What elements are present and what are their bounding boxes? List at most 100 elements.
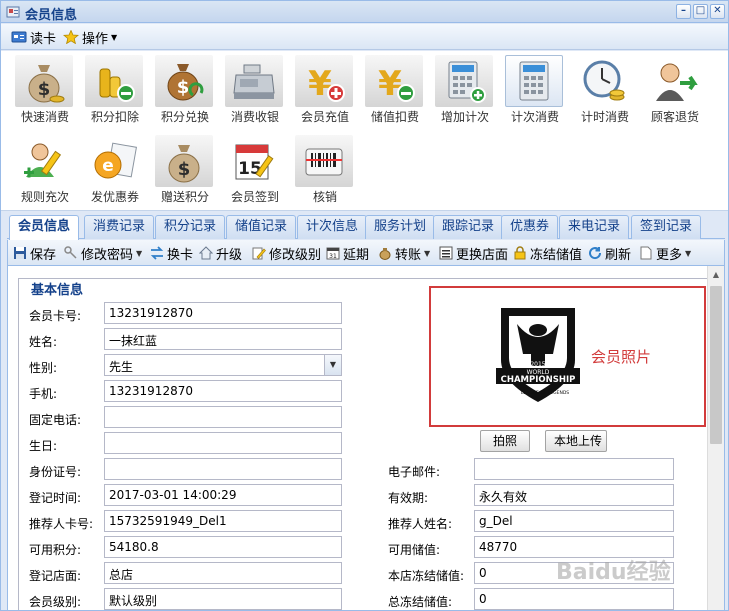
birthday-field[interactable] (104, 432, 342, 454)
tool-points-deduct[interactable]: 积分扣除 (82, 51, 148, 124)
document-icon (640, 246, 652, 260)
tab-checkin-records[interactable]: 签到记录 (631, 215, 702, 239)
reg-store-field[interactable]: 总店 (104, 562, 342, 584)
tool-customer-refund[interactable]: 顾客退货 (642, 51, 708, 124)
close-icon[interactable]: ✕ (710, 4, 725, 19)
change-store-button[interactable]: 更换店面 (439, 244, 509, 263)
chevron-down-icon[interactable]: ▼ (324, 355, 341, 375)
title-bar: 会员信息 – □ ✕ (1, 1, 728, 23)
maximize-icon[interactable]: □ (693, 4, 708, 19)
gender-value: 先生 (109, 360, 134, 374)
tool-rule-recharge[interactable]: 规则充次 (12, 131, 78, 204)
gender-select[interactable]: 先生 ▼ (104, 354, 342, 376)
tool-count-consume[interactable]: 计次消费 (502, 51, 568, 124)
calculator-icon (519, 61, 549, 101)
upgrade-button[interactable]: 升级 (199, 244, 243, 263)
tab-consume-records[interactable]: 消费记录 (84, 215, 155, 239)
refresh-button[interactable]: 刷新 (588, 244, 631, 263)
tab-member-info[interactable]: 会员信息 (9, 215, 80, 240)
svg-text:$: $ (38, 79, 51, 100)
operations-menu[interactable]: 操作 ▼ (63, 28, 117, 47)
reg-time-field[interactable]: 2017-03-01 14:00:29 (104, 484, 342, 506)
name-field[interactable]: 一抹红蓝 (104, 328, 342, 350)
swap-arrows-icon (150, 246, 164, 260)
freeze-stored-button[interactable]: 冻结储值 (513, 244, 583, 263)
tool-issue-coupon[interactable]: e 发优惠券 (82, 131, 148, 204)
more-menu-button[interactable]: 更多 ▼ (639, 244, 691, 263)
vertical-scrollbar[interactable]: ▲ (707, 266, 724, 610)
tab-count-info[interactable]: 计次信息 (297, 215, 368, 239)
transfer-button[interactable]: 转账 ▼ (378, 244, 430, 263)
floppy-disk-icon (14, 247, 26, 259)
scroll-up-arrow-icon[interactable]: ▲ (708, 266, 724, 283)
tool-points-exchange[interactable]: $ 积分兑换 (152, 51, 218, 124)
logo-line2: CHAMPIONSHIP (501, 375, 576, 385)
tool-label: 积分兑换 (160, 110, 209, 124)
more-label: 更多 (656, 247, 683, 263)
money-bag-small-icon (379, 248, 391, 260)
tab-coupons[interactable]: 优惠券 (501, 215, 559, 239)
app-icon (6, 6, 20, 18)
landline-label: 固定电话: (29, 413, 82, 427)
freeze-stored-label: 冻结储值 (530, 247, 583, 263)
watermark: Baidu经验 (556, 560, 671, 585)
tool-stored-deduct[interactable]: ¥ 储值扣费 (362, 51, 428, 124)
member-photo[interactable]: 2015 WORLD CHAMPIONSHIP LEAGUE OF LEGEND… (429, 286, 706, 427)
card-no-field[interactable]: 13231912870 (104, 302, 342, 324)
tool-member-checkin[interactable]: 15 会员签到 (222, 131, 288, 204)
key-icon (64, 246, 77, 259)
change-level-button[interactable]: 修改级别 (252, 244, 322, 263)
scroll-thumb[interactable] (710, 286, 722, 444)
tool-label: 增加计次 (440, 110, 489, 124)
referrer-name-field[interactable]: g_Del (474, 510, 674, 532)
phone-field[interactable]: 13231912870 (104, 380, 342, 402)
calendar-icon: 15 (235, 144, 274, 180)
tab-points-records[interactable]: 积分记录 (155, 215, 226, 239)
member-info-window: 会员信息 – □ ✕ 读卡 操作 ▼ $ 快速消费 积分扣除 $ 积分兑换 消费… (0, 0, 729, 611)
change-store-label: 更换店面 (456, 247, 509, 263)
barcode-scanner-icon (305, 148, 343, 176)
tool-label: 储值扣费 (370, 110, 419, 124)
referrer-card-label: 推荐人卡号: (29, 517, 94, 531)
change-level-label: 修改级别 (269, 247, 322, 263)
level-field[interactable]: 默认级别 (104, 588, 342, 610)
extend-button[interactable]: 31 延期 (326, 244, 370, 263)
tool-gift-points[interactable]: $ 赠送积分 (152, 131, 218, 204)
referrer-card-field[interactable]: 15732591949_Del1 (104, 510, 342, 532)
save-button[interactable]: 保存 (13, 244, 56, 263)
logo-line3: LEAGUE OF LEGENDS (521, 390, 569, 396)
store-frozen-label: 本店冻结储值: (388, 569, 465, 583)
id-no-field[interactable] (104, 458, 342, 480)
landline-field[interactable] (104, 406, 342, 428)
money-bag-icon: $ (28, 65, 65, 103)
tool-quick-consume[interactable]: $ 快速消费 (12, 51, 78, 124)
tab-call-records[interactable]: 来电记录 (559, 215, 630, 239)
tool-timed-consume[interactable]: 计时消费 (572, 51, 638, 124)
read-card-label: 读卡 (30, 31, 57, 47)
local-upload-button[interactable]: 本地上传 (545, 430, 607, 452)
swap-card-button[interactable]: 换卡 (150, 244, 194, 263)
email-field[interactable] (474, 458, 674, 480)
tab-service-plan[interactable]: 服务计划 (365, 215, 436, 239)
total-frozen-field[interactable]: 0 (474, 588, 674, 610)
id-no-label: 身份证号: (29, 465, 82, 479)
read-card-button[interactable]: 读卡 (11, 28, 57, 47)
yuan-plus-icon: ¥ (308, 64, 345, 104)
tool-member-recharge[interactable]: ¥ 会员充值 (292, 51, 358, 124)
swap-card-label: 换卡 (167, 247, 194, 263)
tab-tracking-records[interactable]: 跟踪记录 (433, 215, 504, 239)
tool-label: 规则充次 (20, 190, 69, 204)
minimize-icon[interactable]: – (676, 4, 691, 19)
change-password-button[interactable]: 修改密码 ▼ (64, 244, 142, 263)
points-field[interactable]: 54180.8 (104, 536, 342, 558)
extend-label: 延期 (343, 247, 370, 263)
tool-consume-cashier[interactable]: 消费收银 (222, 51, 288, 124)
tab-stored-records[interactable]: 储值记录 (226, 215, 297, 239)
take-photo-button[interactable]: 拍照 (480, 430, 530, 452)
stored-label: 可用储值: (388, 543, 441, 557)
valid-field[interactable]: 永久有效 (474, 484, 674, 506)
upgrade-label: 升级 (216, 247, 243, 263)
gender-label: 性别: (29, 361, 58, 375)
tool-add-count[interactable]: 增加计次 (432, 51, 498, 124)
tool-verify[interactable]: 核销 (292, 131, 358, 204)
